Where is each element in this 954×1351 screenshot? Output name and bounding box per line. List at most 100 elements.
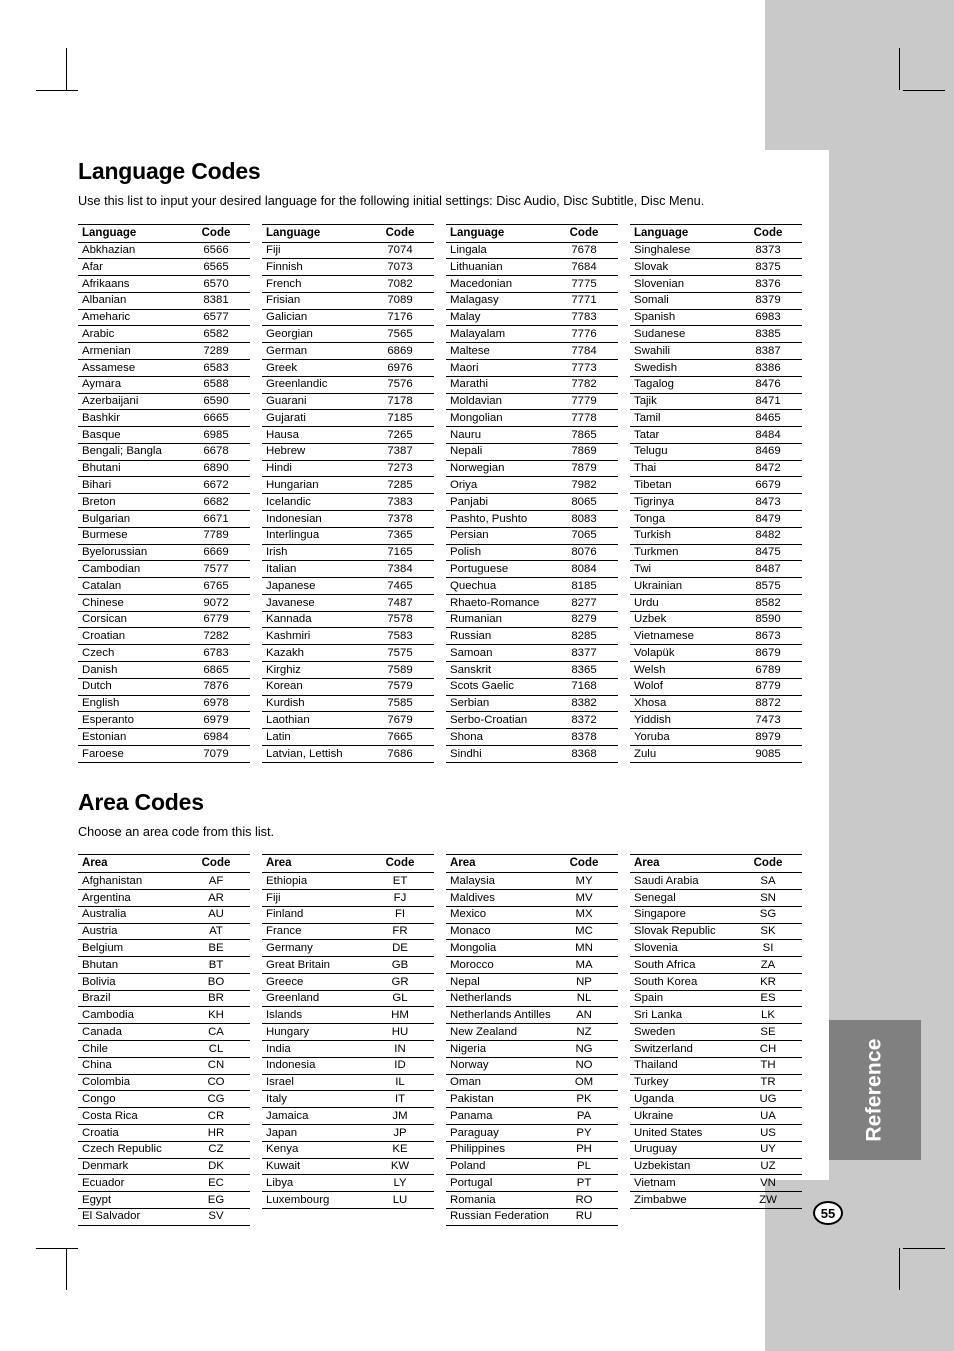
language-code-cell: 7869 [558, 443, 618, 461]
table-row: Serbian 8382 [446, 695, 618, 713]
area-name-cell: Indonesia [262, 1057, 374, 1075]
table-row: Tonga 8479 [630, 510, 802, 528]
table-row: Wolof 8779 [630, 678, 802, 696]
area-code-cell: SA [742, 872, 802, 890]
area-code-cell: PT [558, 1174, 618, 1193]
area-code-cell: KH [190, 1006, 250, 1025]
area-name-cell: Uzbekistan [630, 1158, 742, 1176]
table-row: Javanese 7487 [262, 594, 434, 612]
language-code-cell: 8487 [742, 560, 802, 579]
language-code-cell: 9085 [742, 745, 802, 763]
language-name-cell: Sindhi [446, 745, 558, 763]
language-name-cell: Serbian [446, 695, 558, 713]
table-row: Greenlandic 7576 [262, 376, 434, 394]
language-name-cell: Xhosa [630, 695, 742, 713]
language-name-cell: Breton [78, 493, 190, 511]
language-name-cell: Spanish [630, 309, 742, 327]
language-name-cell: Telugu [630, 443, 742, 461]
language-name-cell: Moldavian [446, 393, 558, 411]
table-row: Shona 8378 [446, 728, 618, 746]
area-name-cell: France [262, 923, 374, 941]
table-row: Faroese 7079 [78, 745, 250, 763]
language-code-cell: 7577 [190, 560, 250, 579]
area-code-cell: PH [558, 1141, 618, 1159]
table-row: Tajik 8471 [630, 393, 802, 411]
table-row: Spain ES [630, 990, 802, 1008]
table-row: Galician 7176 [262, 309, 434, 327]
language-code-cell: 8575 [742, 577, 802, 595]
crop-mark-bottom-right-v [899, 1248, 900, 1290]
area-name-cell: Sri Lanka [630, 1006, 742, 1025]
area-code-cell: MA [558, 956, 618, 974]
language-code-cell: 6588 [190, 376, 250, 394]
area-code-cell: ZA [742, 956, 802, 974]
language-name-cell: Byelorussian [78, 544, 190, 562]
language-name-cell: Laothian [262, 711, 374, 730]
language-code-cell: 8065 [558, 493, 618, 511]
language-name-cell: Hindi [262, 460, 374, 478]
area-code-cell: ZW [742, 1191, 802, 1209]
table-row: China CN [78, 1057, 250, 1075]
area-name-cell: Denmark [78, 1158, 190, 1176]
language-name-cell: Sudanese [630, 325, 742, 344]
language-name-cell: Greenlandic [262, 376, 374, 394]
table-row: Welsh 6789 [630, 661, 802, 679]
table-row: Maltese 7784 [446, 342, 618, 360]
table-row: Guarani 7178 [262, 393, 434, 411]
table-row: Malayalam 7776 [446, 325, 618, 344]
area-code-cell: SE [742, 1023, 802, 1042]
area-name-cell: Pakistan [446, 1090, 558, 1109]
column-header-name: Language [262, 223, 374, 243]
language-name-cell: Volapük [630, 644, 742, 663]
table-row: Macedonian 7775 [446, 275, 618, 293]
table-row: Bhutani 6890 [78, 460, 250, 478]
language-code-cell: 7784 [558, 342, 618, 360]
table-row: Malagasy 7771 [446, 292, 618, 310]
area-table: Area Code Saudi Arabia SA Senegal SN Singapore… [630, 854, 802, 1209]
area-name-cell: South Africa [630, 956, 742, 974]
table-row: Hungary HU [262, 1023, 434, 1042]
column-header-code: Code [190, 854, 250, 874]
table-row: Ukrainian 8575 [630, 577, 802, 595]
language-code-cell: 6665 [190, 409, 250, 428]
table-row: Australia AU [78, 906, 250, 924]
language-name-cell: Fiji [262, 242, 374, 260]
crop-mark-bottom-right-h [903, 1248, 945, 1249]
area-name-cell: Malaysia [446, 872, 558, 890]
table-row: Kazakh 7575 [262, 644, 434, 663]
table-row: Japanese 7465 [262, 577, 434, 595]
area-name-cell: Saudi Arabia [630, 872, 742, 890]
area-name-cell: Slovak Republic [630, 923, 742, 941]
table-row: Saudi Arabia SA [630, 872, 802, 890]
area-code-cell: TH [742, 1057, 802, 1075]
table-row: Belgium BE [78, 939, 250, 958]
area-codes-intro: Choose an area code from this list. [78, 824, 275, 839]
language-name-cell: Wolof [630, 678, 742, 696]
table-row: Gujarati 7185 [262, 409, 434, 428]
table-row: Pakistan PK [446, 1090, 618, 1109]
language-code-cell: 8279 [558, 611, 618, 629]
area-name-cell: India [262, 1040, 374, 1058]
area-name-cell: Luxembourg [262, 1191, 374, 1209]
area-name-cell: Maldives [446, 889, 558, 907]
crop-mark-bottom-left-v [66, 1248, 67, 1290]
area-name-cell: Romania [446, 1191, 558, 1209]
language-name-cell: Rumanian [446, 611, 558, 629]
table-row: Moldavian 7779 [446, 393, 618, 411]
table-row: Kirghiz 7589 [262, 661, 434, 679]
language-name-cell: Chinese [78, 594, 190, 612]
language-code-cell: 7684 [558, 258, 618, 277]
table-row: Argentina AR [78, 889, 250, 907]
table-row: United States US [630, 1124, 802, 1142]
table-row: Thailand TH [630, 1057, 802, 1075]
area-name-cell: Nigeria [446, 1040, 558, 1058]
table-row: Singapore SG [630, 906, 802, 924]
language-code-cell: 6789 [742, 661, 802, 679]
language-name-cell: Aymara [78, 376, 190, 394]
table-row: Vietnamese 8673 [630, 627, 802, 646]
table-row: Tamil 8465 [630, 409, 802, 428]
table-row: Uganda UG [630, 1090, 802, 1109]
column-header-name: Area [262, 854, 374, 874]
language-name-cell: Turkish [630, 527, 742, 545]
table-row: Portugal PT [446, 1174, 618, 1193]
